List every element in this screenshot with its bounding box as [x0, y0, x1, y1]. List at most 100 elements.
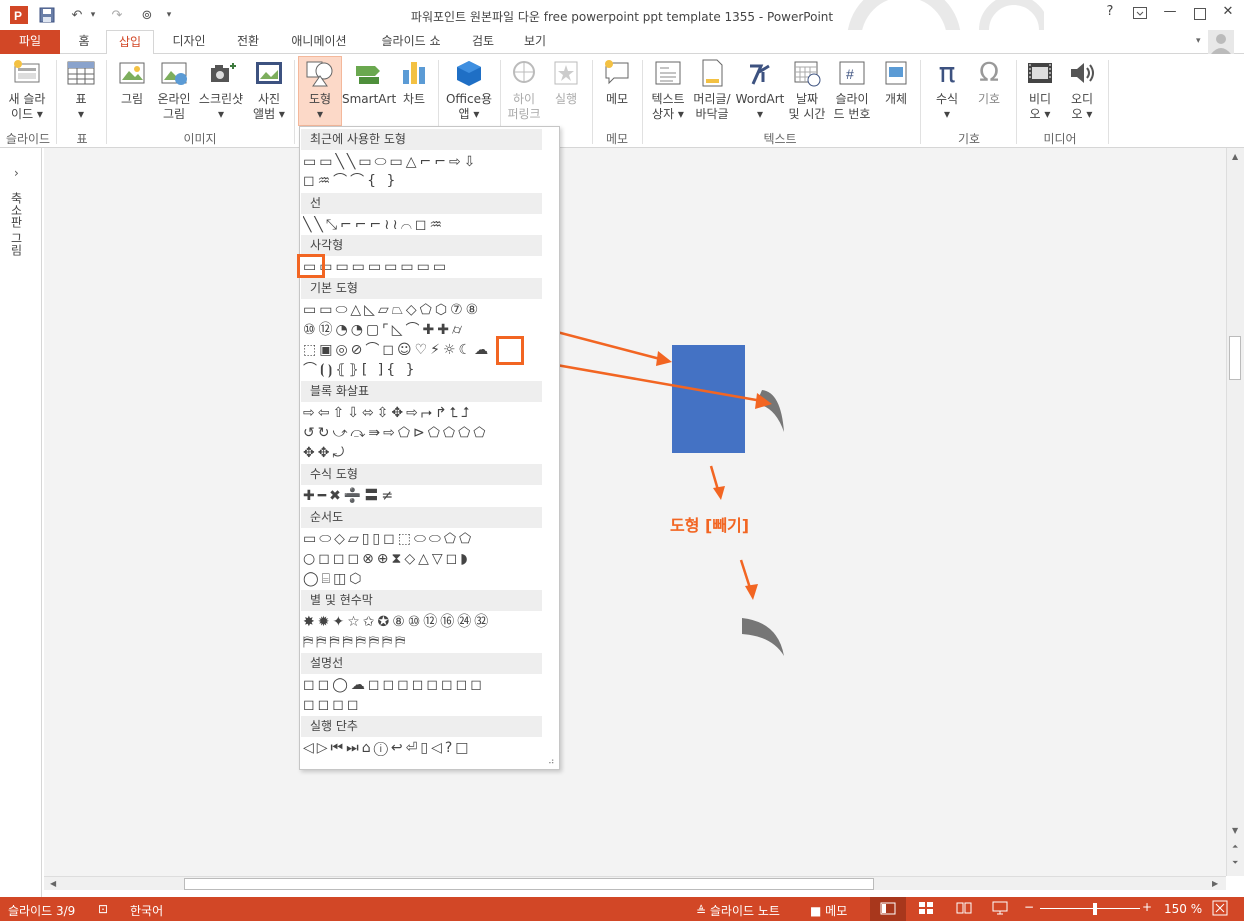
- comments-button[interactable]: ■ 메모: [810, 902, 847, 919]
- shape-row-recent-2[interactable]: ◻♒⌒⌒{ }: [303, 172, 541, 190]
- zoom-in-button[interactable]: +: [1142, 900, 1152, 914]
- textbox-button[interactable]: 텍스트 상자 ▾: [646, 58, 690, 122]
- button-label: 비디: [1028, 92, 1052, 106]
- zoom-level[interactable]: 150 %: [1164, 902, 1202, 916]
- button-label: ▾: [943, 107, 951, 121]
- button-label: 스크린샷: [198, 92, 244, 106]
- horizontal-scroll-thumb[interactable]: [184, 878, 874, 890]
- notes-button[interactable]: ≜ 슬라이드 노트: [696, 902, 780, 919]
- shape-row-stars-2[interactable]: ⛿⛿⛿⛿⛿⛿⛿⛿: [303, 633, 541, 651]
- shape-row-block-3[interactable]: ✥✥⤾: [303, 444, 541, 462]
- prev-slide-icon[interactable]: ⏶: [1232, 842, 1238, 852]
- next-slide-icon[interactable]: ⏷: [1232, 858, 1238, 868]
- thumbnail-panel-label[interactable]: 축소판 그림: [8, 192, 25, 256]
- zoom-slider-thumb[interactable]: [1093, 903, 1097, 915]
- tab-file[interactable]: 파일: [0, 30, 60, 54]
- photo-album-button[interactable]: 사진 앨범 ▾: [248, 58, 290, 122]
- expand-thumbnails-icon[interactable]: ›: [14, 166, 19, 180]
- shape-row-block-1[interactable]: ⇨⇦⇧⇩⬄⇳✥⇨⮣↱⮤⮥: [303, 404, 541, 422]
- user-avatar[interactable]: [1208, 30, 1234, 54]
- tab-slideshow[interactable]: 슬라이드 쇼: [368, 30, 454, 54]
- group-label-comments: 메모: [605, 132, 629, 146]
- equation-button[interactable]: π 수식 ▾: [926, 58, 968, 122]
- shape-row-lines[interactable]: ╲╲⤡⌐⌐⌐≀≀⌒◻♒: [303, 216, 541, 234]
- video-button[interactable]: 비디 오 ▾: [1020, 58, 1060, 122]
- resize-grip-icon[interactable]: ⠴: [548, 757, 555, 767]
- shape-row-recent-1[interactable]: ▭▭╲╲▭⬭▭△⌐⌐⇨⇩: [303, 153, 541, 171]
- shape-row-flow-1[interactable]: ▭⬭◇▱▯▯◻⬚⬭⬭⬠⬠: [303, 530, 541, 548]
- shape-row-rectangles[interactable]: ▭▭▭▭▭▭▭▭▭: [303, 258, 541, 276]
- new-slide-button[interactable]: 새 슬라 이드 ▾: [4, 58, 50, 122]
- button-label: 수식: [935, 92, 959, 106]
- proofing-icon[interactable]: ⊡: [98, 902, 108, 916]
- shape-row-block-2[interactable]: ↺↻⤻⤼⇛⇨⬠⊳⬠⬠⬠⬠: [303, 424, 541, 442]
- screenshot-button[interactable]: 스크린샷 ▾: [196, 58, 246, 122]
- tab-home[interactable]: 홈: [66, 30, 102, 54]
- shapes-gallery-dropdown[interactable]: 최근에 사용한 도형 ▭▭╲╲▭⬭▭△⌐⌐⇨⇩ ◻♒⌒⌒{ } 선 ╲╲⤡⌐⌐⌐…: [297, 126, 560, 770]
- chart-button[interactable]: 차트: [396, 58, 432, 107]
- ribbon-display-button[interactable]: [1126, 4, 1154, 26]
- shape-row-stars-1[interactable]: ✸✹✦☆✩✪⑧⑩⑫⑯㉔㉜: [303, 613, 541, 631]
- scroll-right-icon[interactable]: ▶: [1212, 879, 1218, 888]
- zoom-out-button[interactable]: −: [1024, 900, 1034, 914]
- scroll-left-icon[interactable]: ◀: [50, 879, 56, 888]
- shape-row-callouts-2[interactable]: ◻◻◻◻: [303, 696, 541, 714]
- vertical-scrollbar[interactable]: ▲ ▼ ⏶ ⏷: [1226, 148, 1244, 876]
- slide-number-button[interactable]: # 슬라이 드 번호: [830, 58, 874, 122]
- comment-button[interactable]: 메모: [596, 58, 638, 107]
- button-label: 오 ▾: [1029, 107, 1051, 121]
- maximize-button[interactable]: [1186, 4, 1214, 26]
- object-button[interactable]: 개체: [876, 58, 916, 107]
- zoom-slider[interactable]: [1040, 908, 1140, 909]
- slideshow-view-icon[interactable]: [992, 901, 1008, 918]
- tab-transitions[interactable]: 전환: [224, 30, 272, 54]
- help-button[interactable]: ?: [1096, 4, 1124, 26]
- shape-row-basic-1[interactable]: ▭▭⬭△◺▱⏢◇⬠⬡⑦⑧: [303, 301, 541, 319]
- reading-view-icon[interactable]: [956, 901, 972, 918]
- button-label: 온라인: [157, 92, 191, 106]
- scroll-down-icon[interactable]: ▼: [1232, 826, 1238, 835]
- rectangle-shape-highlight: [297, 254, 325, 278]
- hyperlink-icon: [509, 58, 539, 88]
- collapse-ribbon-icon[interactable]: ▾: [1196, 36, 1201, 46]
- tab-animations[interactable]: 애니메이션: [280, 30, 358, 54]
- shape-row-flow-2[interactable]: ○◻◻◻⊗⊕⧗◇△▽◻◗: [303, 550, 541, 568]
- button-label: 표: [75, 92, 87, 106]
- shapes-button[interactable]: 도형 ▾: [298, 58, 342, 122]
- action-button[interactable]: 실행: [546, 58, 586, 107]
- fit-to-window-icon[interactable]: [1212, 900, 1228, 919]
- online-picture-button[interactable]: 온라인 그림: [152, 58, 196, 122]
- slide-canvas[interactable]: 도형 [빼기]: [44, 148, 1226, 876]
- button-label: 차트: [402, 92, 426, 106]
- audio-button[interactable]: 오디 오 ▾: [1062, 58, 1102, 122]
- tab-insert[interactable]: 삽입: [106, 30, 154, 55]
- shape-row-action[interactable]: ◁▷⏮⏭⌂ⓘ↩⏎▯◁?□: [303, 739, 541, 757]
- wordart-button[interactable]: WordArt ▾: [734, 58, 786, 122]
- slide-counter: 슬라이드 3/9: [8, 904, 76, 918]
- scroll-up-icon[interactable]: ▲: [1232, 152, 1238, 161]
- minimize-button[interactable]: —: [1156, 4, 1184, 26]
- vertical-scroll-thumb[interactable]: [1229, 336, 1241, 380]
- tab-design[interactable]: 디자인: [160, 30, 218, 54]
- group-label-images: 이미지: [183, 132, 217, 146]
- close-button[interactable]: ✕: [1214, 4, 1242, 26]
- normal-view-button[interactable]: [870, 897, 906, 921]
- slide-sorter-icon[interactable]: [918, 901, 934, 918]
- symbol-button[interactable]: Ω 기호: [968, 58, 1010, 107]
- language-indicator[interactable]: 한국어: [130, 902, 163, 919]
- horizontal-scrollbar[interactable]: ◀ ▶: [44, 876, 1226, 890]
- date-time-button[interactable]: 날짜 및 시간: [786, 58, 828, 122]
- shape-row-callouts-1[interactable]: ◻◻◯☁◻◻◻◻◻◻◻◻: [303, 676, 541, 694]
- hyperlink-button[interactable]: 하이 퍼링크: [502, 58, 546, 122]
- tab-view[interactable]: 보기: [514, 30, 556, 54]
- speaker-icon: [1067, 58, 1097, 88]
- tab-review[interactable]: 검토: [462, 30, 504, 54]
- office-apps-button[interactable]: Office용 앱 ▾: [442, 58, 496, 122]
- table-button[interactable]: 표 ▾: [62, 58, 100, 122]
- header-footer-button[interactable]: 머리글/바닥글: [690, 58, 734, 122]
- smartart-button[interactable]: SmartArt: [342, 58, 396, 107]
- shape-row-equation[interactable]: ✚━✖➗〓≠: [303, 487, 541, 505]
- shape-row-flow-3[interactable]: ◯⌸◫⬡: [303, 570, 541, 588]
- picture-button[interactable]: 그림: [112, 58, 152, 107]
- category-stars-banners: 별 및 현수막: [301, 590, 542, 611]
